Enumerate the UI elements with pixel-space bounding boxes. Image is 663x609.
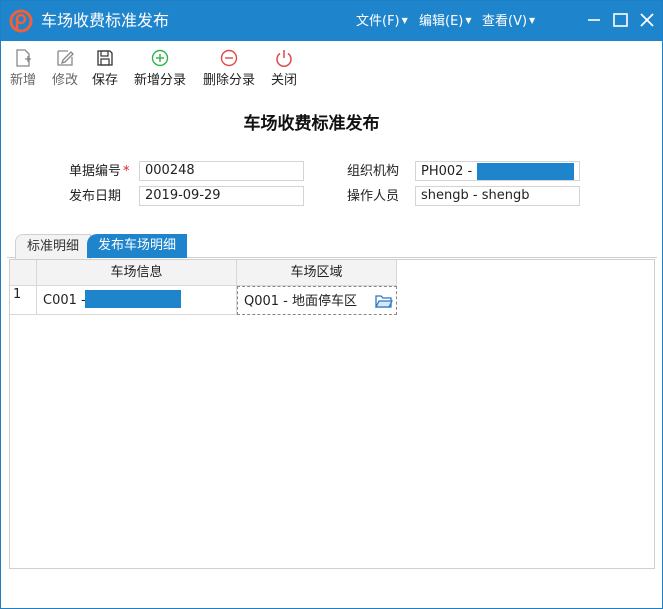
operator-input[interactable] bbox=[415, 186, 580, 206]
window-title: 车场收费标准发布 bbox=[41, 11, 170, 30]
close-label: 关闭 bbox=[270, 73, 297, 88]
edit-button[interactable]: 修改 bbox=[49, 45, 81, 89]
title-bar: 车场收费标准发布 文件(F) ▼ 编辑(E) ▼ 查看(V) ▼ bbox=[1, 1, 662, 41]
floppy-icon bbox=[97, 50, 113, 66]
maximize-button[interactable] bbox=[610, 9, 632, 31]
doc-no-label-text: 单据编号 bbox=[69, 164, 122, 179]
menu-view-label: 查看(V) bbox=[482, 14, 528, 29]
add-button[interactable]: 新增 bbox=[7, 45, 39, 89]
detail-grid: 车场信息 车场区域 1 C001 - Q001 - 地面停车区 bbox=[9, 259, 655, 569]
area-cell-value: Q001 - 地面停车区 bbox=[244, 294, 358, 309]
redacted-block bbox=[85, 290, 181, 308]
row-number: 1 bbox=[10, 286, 37, 315]
add-entry-button[interactable]: 新增分录 bbox=[132, 45, 188, 89]
caret-down-icon: ▼ bbox=[401, 16, 408, 25]
form-title: 车场收费标准发布 bbox=[243, 114, 380, 134]
tab-publish-lot-detail[interactable]: 发布车场明细 bbox=[87, 234, 187, 258]
close-button[interactable]: 关闭 bbox=[268, 45, 300, 89]
plus-circle-icon bbox=[151, 49, 169, 67]
required-mark: * bbox=[123, 164, 130, 179]
folder-icon[interactable] bbox=[375, 293, 393, 309]
pencil-icon bbox=[57, 50, 74, 66]
power-icon bbox=[276, 50, 292, 67]
caret-down-icon: ▼ bbox=[529, 16, 536, 25]
menu-file[interactable]: 文件(F) ▼ bbox=[356, 12, 408, 31]
menu-edit[interactable]: 编辑(E) ▼ bbox=[419, 12, 472, 31]
app-logo-icon bbox=[9, 9, 33, 33]
save-button[interactable]: 保存 bbox=[89, 45, 121, 89]
save-label: 保存 bbox=[91, 73, 118, 88]
close-window-button[interactable] bbox=[636, 9, 658, 31]
new-doc-icon bbox=[16, 49, 31, 67]
doc-no-input[interactable] bbox=[139, 161, 304, 181]
add-label: 新增 bbox=[9, 73, 36, 88]
toolbar: 新增 修改 保存 新增分录 删除分录 关闭 bbox=[1, 41, 662, 93]
column-header-lot[interactable]: 车场信息 bbox=[37, 260, 237, 286]
minus-circle-icon bbox=[220, 49, 238, 67]
date-input[interactable] bbox=[139, 186, 304, 206]
org-value: PH002 - bbox=[421, 164, 473, 179]
menu-edit-label: 编辑(E) bbox=[419, 14, 464, 29]
date-label: 发布日期 bbox=[69, 189, 122, 204]
doc-no-label: 单据编号 * bbox=[69, 163, 130, 181]
menu-view[interactable]: 查看(V) ▼ bbox=[482, 12, 535, 31]
caret-down-icon: ▼ bbox=[465, 16, 472, 25]
operator-label: 操作人员 bbox=[347, 189, 400, 204]
area-cell[interactable]: Q001 - 地面停车区 bbox=[237, 286, 397, 315]
edit-label: 修改 bbox=[51, 73, 78, 88]
grid-corner-header bbox=[10, 260, 37, 286]
org-label: 组织机构 bbox=[347, 164, 400, 179]
column-header-area[interactable]: 车场区域 bbox=[237, 260, 397, 286]
redacted-block bbox=[477, 163, 574, 180]
tab-standard-detail[interactable]: 标准明细 bbox=[15, 234, 91, 259]
delete-entry-label: 删除分录 bbox=[202, 73, 255, 88]
add-entry-label: 新增分录 bbox=[133, 73, 186, 88]
minimize-button[interactable] bbox=[583, 9, 605, 31]
menu-file-label: 文件(F) bbox=[356, 14, 400, 29]
delete-entry-button[interactable]: 删除分录 bbox=[201, 45, 257, 89]
app-window: 车场收费标准发布 文件(F) ▼ 编辑(E) ▼ 查看(V) ▼ 新增 修改 保… bbox=[0, 0, 663, 609]
lot-cell-value: C001 - bbox=[43, 293, 86, 308]
